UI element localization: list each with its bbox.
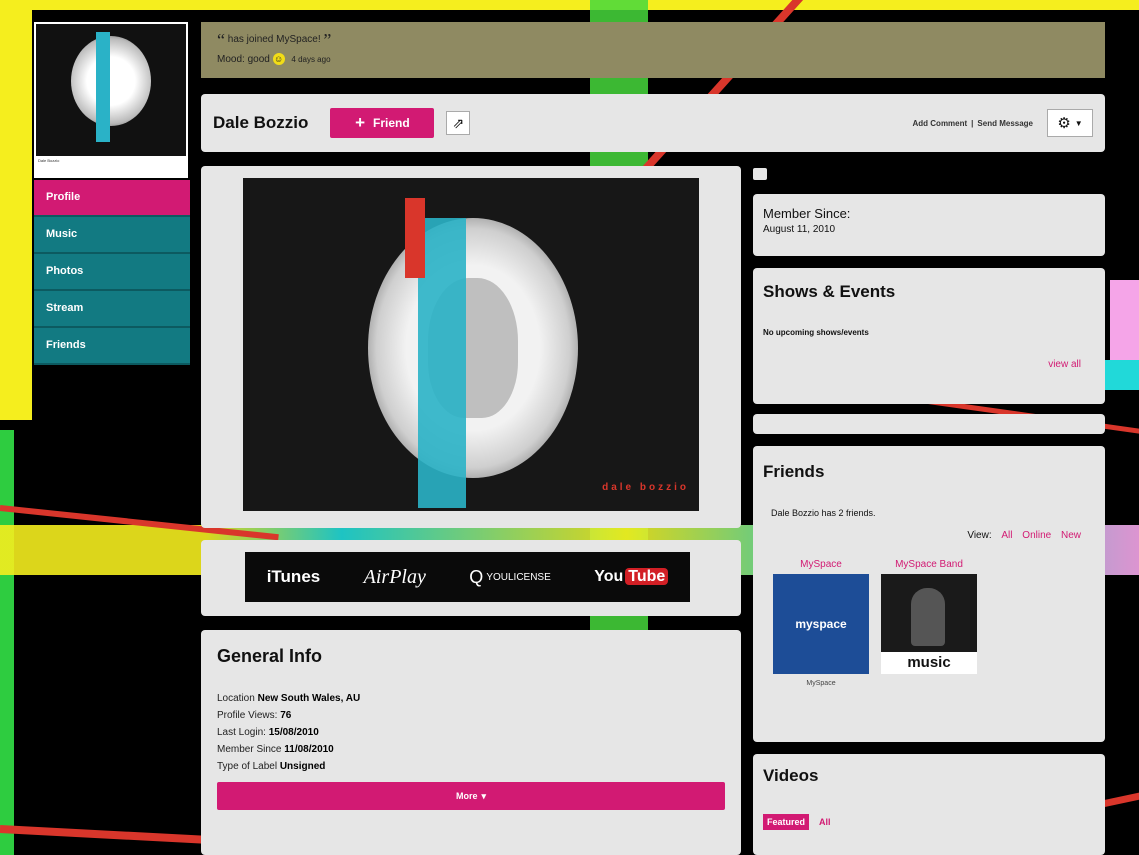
myspace-logo: myspace (795, 617, 847, 631)
caret-down-icon: ▾ (481, 790, 487, 801)
friend-name[interactable]: MySpace (773, 559, 869, 570)
videos-panel: Videos Featured All (753, 754, 1105, 855)
friend-thumbnail[interactable]: myspace (773, 574, 869, 674)
avatar-caption: Dale Bozzio (38, 158, 60, 163)
tab-featured[interactable]: Featured (763, 814, 810, 830)
friend-thumbnail[interactable]: music (881, 574, 977, 674)
profile-name: Dale Bozzio (213, 113, 309, 132)
friends-view-filter: View: All Online New (763, 530, 1095, 541)
services-banner[interactable]: iTunes AirPlay Q YOULICENSE You Tube (245, 552, 690, 602)
info-label: Member Since (217, 744, 282, 755)
more-label: More (455, 791, 478, 801)
youlicense-icon: Q (469, 566, 484, 587)
friend-card[interactable]: MySpace myspace MySpace (773, 559, 869, 687)
airplay-logo: AirPlay (363, 565, 426, 588)
open-quote: “ (217, 30, 225, 50)
friends-panel: Friends Dale Bozzio has 2 friends. View:… (753, 446, 1105, 742)
small-placeholder-box (753, 168, 767, 180)
caret-down-icon: ▼ (1074, 118, 1083, 128)
info-value: New South Wales, AU (257, 693, 361, 704)
info-label: Profile Views: (217, 710, 278, 721)
youtube-logo: You Tube (594, 568, 669, 586)
add-friend-label: Friend (373, 116, 410, 130)
friends-filter-online[interactable]: Online (1022, 530, 1051, 541)
shows-view-all-link[interactable]: view all (763, 359, 1095, 370)
general-info-title: General Info (217, 646, 323, 666)
info-row-label-type: Type of Label Unsigned (217, 761, 725, 772)
main-photo-panel: dale bozzio (201, 166, 741, 528)
info-label: Location (217, 693, 255, 704)
friend-card[interactable]: MySpace Band music (881, 559, 977, 687)
smiley-icon: ☺ (272, 53, 285, 65)
plus-icon: + (355, 113, 366, 132)
videos-title: Videos (763, 766, 819, 785)
info-row-last-login: Last Login: 15/08/2010 (217, 727, 725, 738)
profile-nav: Profile Music Photos Stream Friends (34, 180, 190, 365)
tab-all[interactable]: All (819, 814, 831, 830)
empty-panel (753, 414, 1105, 434)
add-comment-link[interactable]: Add Comment (913, 119, 968, 128)
friends-filter-all[interactable]: All (1001, 530, 1012, 541)
nav-item-stream[interactable]: Stream (34, 291, 190, 328)
avatar-image (36, 24, 186, 156)
services-panel: iTunes AirPlay Q YOULICENSE You Tube (201, 540, 741, 616)
youtube-you: You (594, 568, 624, 585)
profile-avatar[interactable]: Dale Bozzio (34, 22, 188, 178)
info-row-location: Location New South Wales, AU (217, 693, 725, 704)
friends-title: Friends (763, 462, 825, 481)
info-row-member-since: Member Since 11/08/2010 (217, 744, 725, 755)
main-profile-photo[interactable]: dale bozzio (243, 178, 699, 511)
status-message: has joined MySpace! (227, 34, 321, 45)
friends-filter-new[interactable]: New (1061, 530, 1081, 541)
share-icon[interactable]: ⇗ (446, 111, 471, 135)
youtube-tube: Tube (625, 568, 669, 585)
add-friend-button[interactable]: + Friend (330, 108, 435, 138)
profile-header: Dale Bozzio + Friend ⇗ Add Comment | Sen… (201, 94, 1105, 152)
friends-count: Dale Bozzio has 2 friends. (771, 508, 876, 518)
shows-empty-text: No upcoming shows/events (763, 328, 869, 337)
info-row-profile-views: Profile Views: 76 (217, 710, 725, 721)
nav-item-profile[interactable]: Profile (34, 180, 190, 217)
nav-item-photos[interactable]: Photos (34, 254, 190, 291)
status-time: 4 days ago (291, 55, 331, 64)
info-label: Type of Label (217, 761, 278, 772)
member-since-panel: Member Since: August 11, 2010 (753, 194, 1105, 256)
settings-menu-button[interactable]: ⚙ ▼ (1047, 109, 1093, 137)
photo-signature: dale bozzio (602, 482, 689, 493)
youlicense-label: YOULICENSE (486, 571, 551, 583)
info-value: 76 (280, 710, 292, 721)
nav-item-music[interactable]: Music (34, 217, 190, 254)
shows-events-panel: Shows & Events No upcoming shows/events … (753, 268, 1105, 404)
more-button[interactable]: More ▾ (217, 782, 725, 810)
member-since-title: Member Since: (763, 206, 851, 221)
close-quote: ” (323, 30, 332, 50)
youlicense-logo: Q YOULICENSE (469, 567, 550, 588)
info-label: Last Login: (217, 727, 266, 738)
itunes-logo: iTunes (266, 567, 321, 586)
myspace-music-logo: music (881, 652, 977, 674)
status-bar: “ has joined MySpace! ” Mood: good ☺ 4 d… (201, 22, 1105, 78)
shows-title: Shows & Events (763, 282, 896, 301)
member-since-date: August 11, 2010 (763, 224, 836, 235)
friend-name[interactable]: MySpace Band (881, 559, 977, 570)
nav-item-friends[interactable]: Friends (34, 328, 190, 365)
gear-icon: ⚙ (1057, 115, 1071, 132)
info-value: 11/08/2010 (284, 744, 334, 755)
info-value: 15/08/2010 (268, 727, 319, 738)
friend-caption: MySpace (806, 680, 836, 687)
info-value: Unsigned (279, 761, 326, 772)
general-info-panel: General Info Location New South Wales, A… (201, 630, 741, 855)
friends-view-label: View: (967, 530, 992, 541)
link-separator: | (971, 118, 974, 128)
mood-label: Mood: good (217, 54, 270, 65)
send-message-link[interactable]: Send Message (977, 119, 1033, 128)
